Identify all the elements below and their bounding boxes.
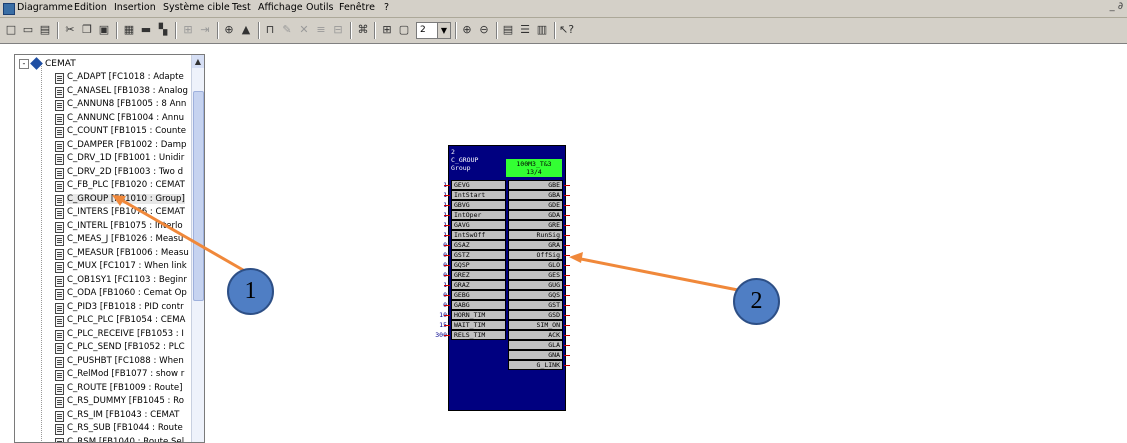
- callout-1: 1: [227, 268, 274, 315]
- arrow-2: [576, 258, 748, 292]
- callout-2: 2: [733, 278, 780, 325]
- arrow-1: [118, 198, 250, 274]
- arrowhead-2: [569, 252, 583, 263]
- callout-arrows: [0, 0, 1127, 441]
